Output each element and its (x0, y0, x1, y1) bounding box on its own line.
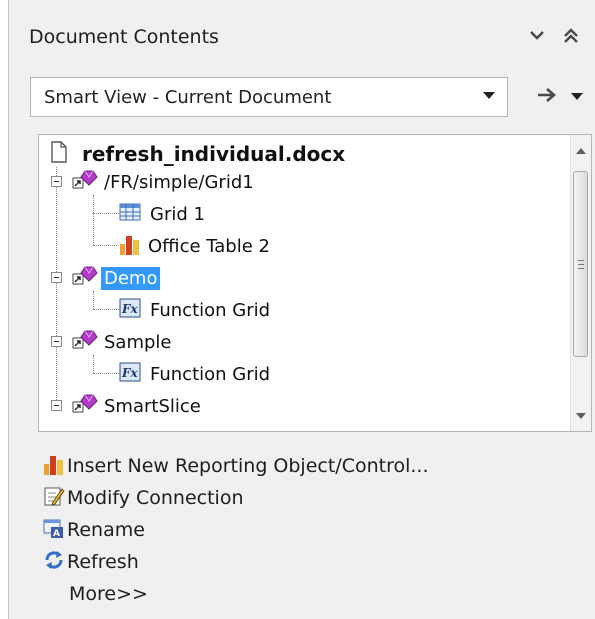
svg-text:Fx: Fx (121, 302, 139, 316)
tree-item-label: Grid 1 (150, 203, 205, 225)
scroll-down-arrow-icon[interactable] (576, 413, 586, 419)
tree-item-connection[interactable]: SmartSlice (63, 391, 204, 421)
function-grid-icon: Fx (119, 362, 141, 386)
connection-icon (71, 393, 101, 419)
collapse-toggle[interactable] (51, 272, 62, 283)
document-contents-panel: Document Contents Smart View - Current D… (8, 0, 595, 619)
action-label: More>> (69, 583, 148, 605)
tree-scrollbar[interactable] (570, 135, 591, 431)
document-icon (51, 141, 67, 167)
tree-connector (93, 309, 119, 310)
tree-item-label: Function Grid (150, 363, 271, 385)
tree-root-label: refresh_individual.docx (82, 142, 346, 166)
document-tree[interactable]: refresh_individual.docx /FR/simple/Grid1… (38, 134, 592, 432)
tree-item-connection[interactable]: /FR/simple/Grid1 (63, 167, 257, 197)
arrow-right-icon[interactable] (536, 86, 558, 108)
double-chevron-up-icon[interactable] (559, 24, 583, 48)
tree-item-connection[interactable]: Sample (63, 327, 175, 357)
action-label: Insert New Reporting Object/Control... (67, 455, 429, 477)
tree-item-connection-selected[interactable]: Demo (63, 263, 161, 293)
svg-text:A: A (53, 529, 60, 539)
bar-chart-icon (43, 452, 65, 480)
edit-connection-icon (43, 485, 65, 511)
tree-root-node[interactable]: refresh_individual.docx (51, 139, 348, 169)
connection-icon (71, 265, 101, 291)
refresh-icon (43, 549, 65, 575)
connection-icon (71, 329, 101, 355)
tree-item-grid[interactable]: Grid 1 (119, 199, 208, 229)
modify-connection-action[interactable]: Modify Connection (43, 482, 244, 514)
view-select-value: Smart View - Current Document (44, 87, 332, 108)
tree-item-label: Sample (104, 331, 172, 353)
scrollbar-thumb[interactable] (573, 171, 588, 357)
more-link[interactable]: More>> (67, 578, 148, 610)
connection-icon (71, 169, 101, 195)
action-label: Modify Connection (67, 487, 244, 509)
tree-connector (93, 373, 119, 374)
action-label: Refresh (67, 551, 139, 573)
tree-item-label: Demo (101, 266, 161, 290)
rename-action[interactable]: A Rename (43, 514, 145, 546)
options-menu-icon[interactable] (571, 93, 583, 100)
panel-title: Document Contents (29, 26, 219, 48)
grid-icon (119, 203, 141, 225)
office-table-icon (119, 232, 141, 260)
dropdown-arrow-icon (483, 92, 495, 99)
tree-connector (93, 195, 94, 245)
tree-item-label: Function Grid (150, 299, 271, 321)
tree-connector (93, 213, 119, 214)
tree-connector (93, 291, 94, 309)
tree-connector (93, 245, 117, 246)
tree-item-function-grid[interactable]: Fx Function Grid (119, 359, 273, 389)
view-select-dropdown[interactable]: Smart View - Current Document (30, 77, 508, 117)
tree-item-label: /FR/simple/Grid1 (104, 171, 254, 193)
collapse-toggle[interactable] (51, 176, 62, 187)
chevron-down-icon[interactable] (525, 24, 549, 48)
tree-item-function-grid[interactable]: Fx Function Grid (119, 295, 273, 325)
svg-text:Fx: Fx (121, 366, 139, 380)
action-label: Rename (67, 519, 145, 541)
tree-connector (93, 355, 94, 373)
rename-icon: A (43, 517, 65, 543)
tree-connector (56, 167, 57, 410)
insert-reporting-object-action[interactable]: Insert New Reporting Object/Control... (43, 450, 429, 482)
refresh-action[interactable]: Refresh (43, 546, 139, 578)
collapse-toggle[interactable] (51, 336, 62, 347)
scroll-up-arrow-icon[interactable] (576, 148, 586, 154)
tree-item-label: Office Table 2 (148, 235, 270, 257)
function-grid-icon: Fx (119, 298, 141, 322)
tree-item-label: SmartSlice (104, 395, 201, 417)
collapse-toggle[interactable] (51, 400, 62, 411)
tree-item-office-table[interactable]: Office Table 2 (119, 231, 273, 261)
